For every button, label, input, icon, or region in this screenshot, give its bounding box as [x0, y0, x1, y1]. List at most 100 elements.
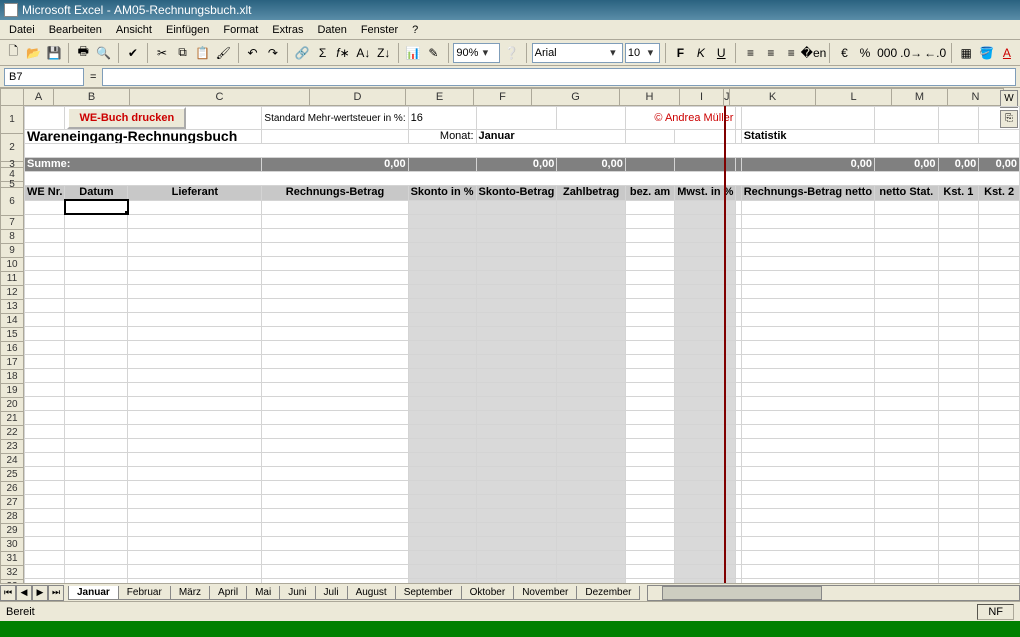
row-header[interactable]: 1 [0, 106, 24, 134]
name-box[interactable]: B7 [4, 68, 84, 86]
format-painter-icon[interactable]: 🖌 [214, 42, 232, 64]
sheet-tab-oktober[interactable]: Oktober [461, 586, 515, 600]
menu-ansicht[interactable]: Ansicht [109, 22, 159, 38]
save-icon[interactable]: 💾 [45, 42, 63, 64]
sheet-tab-september[interactable]: September [395, 586, 462, 600]
row-header[interactable]: 17 [0, 356, 24, 370]
menu-daten[interactable]: Daten [310, 22, 353, 38]
undo-icon[interactable]: ↶ [243, 42, 261, 64]
bold-icon[interactable]: F [671, 42, 689, 64]
align-center-icon[interactable]: ≡ [762, 42, 780, 64]
row-header[interactable]: 10 [0, 258, 24, 272]
row-header[interactable]: 16 [0, 342, 24, 356]
row-header[interactable]: 8 [0, 230, 24, 244]
autosum-icon[interactable]: Σ [313, 42, 331, 64]
cut-icon[interactable]: ✂ [153, 42, 171, 64]
row-header[interactable]: 11 [0, 272, 24, 286]
merge-center-icon[interactable]: �en [802, 42, 824, 64]
align-left-icon[interactable]: ≡ [741, 42, 759, 64]
row-header[interactable]: 20 [0, 398, 24, 412]
decrease-decimal-icon[interactable]: ←.0 [924, 42, 946, 64]
percent-icon[interactable]: % [856, 42, 874, 64]
col-header[interactable]: E [406, 88, 474, 106]
col-header[interactable]: G [532, 88, 620, 106]
sheet-tab-juli[interactable]: Juli [315, 586, 348, 600]
col-header[interactable]: D [310, 88, 406, 106]
sheet-tab-august[interactable]: August [347, 586, 396, 600]
row-header[interactable]: 18 [0, 370, 24, 384]
select-all-corner[interactable] [0, 88, 24, 106]
row-header[interactable]: 2 [0, 134, 24, 162]
row-header[interactable]: 27 [0, 496, 24, 510]
row-header[interactable]: 22 [0, 426, 24, 440]
month-value[interactable]: Januar [476, 130, 625, 144]
sheet-tab-januar[interactable]: Januar [68, 586, 119, 600]
underline-icon[interactable]: U [712, 42, 730, 64]
menu-format[interactable]: Format [216, 22, 265, 38]
menu-fenster[interactable]: Fenster [354, 22, 405, 38]
scrollbar-thumb[interactable] [662, 586, 822, 600]
sheet-tab-märz[interactable]: März [170, 586, 210, 600]
menu-bearbeiten[interactable]: Bearbeiten [42, 22, 109, 38]
menu-extras[interactable]: Extras [265, 22, 310, 38]
increase-decimal-icon[interactable]: .0→ [900, 42, 922, 64]
font-name-combo[interactable]: Arial▾ [532, 43, 623, 63]
menu-einfuegen[interactable]: Einfügen [159, 22, 216, 38]
sheet-tab-juni[interactable]: Juni [279, 586, 315, 600]
spellcheck-icon[interactable]: ✔ [124, 42, 142, 64]
menu-help[interactable]: ? [405, 22, 425, 38]
active-cell[interactable] [65, 200, 128, 214]
row-header[interactable]: 14 [0, 314, 24, 328]
formula-input[interactable] [102, 68, 1016, 86]
tab-nav-last-icon[interactable]: ⏭ [48, 585, 64, 601]
chart-icon[interactable]: 📊 [404, 42, 422, 64]
font-size-combo[interactable]: 10▾ [625, 43, 661, 63]
col-header[interactable]: H [620, 88, 680, 106]
font-color-icon[interactable]: A [998, 42, 1016, 64]
hyperlink-icon[interactable]: 🔗 [293, 42, 311, 64]
col-header[interactable]: L [816, 88, 892, 106]
row-header[interactable]: 31 [0, 552, 24, 566]
col-header[interactable]: K [730, 88, 816, 106]
horizontal-scrollbar[interactable] [647, 585, 1020, 601]
row-header[interactable]: 29 [0, 524, 24, 538]
zoom-combo[interactable]: 90%▾ [453, 43, 500, 63]
col-header[interactable]: C [130, 88, 310, 106]
tab-nav-prev-icon[interactable]: ◀ [16, 585, 32, 601]
row-header[interactable]: 24 [0, 454, 24, 468]
col-header[interactable]: F [474, 88, 532, 106]
print-book-button[interactable]: WE-Buch drucken [67, 107, 186, 129]
row-header[interactable]: 25 [0, 468, 24, 482]
row-header[interactable]: 13 [0, 300, 24, 314]
fill-color-icon[interactable]: 🪣 [977, 42, 995, 64]
row-header[interactable]: 26 [0, 482, 24, 496]
sort-desc-icon[interactable]: Z↓ [375, 42, 393, 64]
col-header[interactable]: B [54, 88, 130, 106]
row-header[interactable]: 7 [0, 216, 24, 230]
redo-icon[interactable]: ↷ [264, 42, 282, 64]
sheet-tab-dezember[interactable]: Dezember [576, 586, 640, 600]
row-header[interactable]: 32 [0, 566, 24, 580]
open-icon[interactable]: 📂 [24, 42, 42, 64]
align-right-icon[interactable]: ≡ [782, 42, 800, 64]
paste-icon[interactable]: 📋 [194, 42, 212, 64]
sheet-tab-april[interactable]: April [209, 586, 247, 600]
sheet-tab-november[interactable]: November [513, 586, 577, 600]
row-header[interactable]: 21 [0, 412, 24, 426]
drawing-icon[interactable]: ✎ [424, 42, 442, 64]
copy-icon[interactable]: ⧉ [173, 42, 191, 64]
sheet-tab-februar[interactable]: Februar [118, 586, 171, 600]
borders-icon[interactable]: ▦ [957, 42, 975, 64]
col-header[interactable]: A [24, 88, 54, 106]
new-icon[interactable]: 🗋 [4, 42, 22, 64]
sheet-tab-mai[interactable]: Mai [246, 586, 280, 600]
row-header[interactable]: 9 [0, 244, 24, 258]
row-header[interactable]: 15 [0, 328, 24, 342]
row-header[interactable]: 23 [0, 440, 24, 454]
col-header[interactable]: I [680, 88, 724, 106]
row-header[interactable]: 19 [0, 384, 24, 398]
vat-value[interactable]: 16 [408, 107, 476, 130]
print-preview-icon[interactable]: 🔍 [94, 42, 112, 64]
menu-datei[interactable]: Datei [2, 22, 42, 38]
col-header[interactable]: N [948, 88, 1004, 106]
